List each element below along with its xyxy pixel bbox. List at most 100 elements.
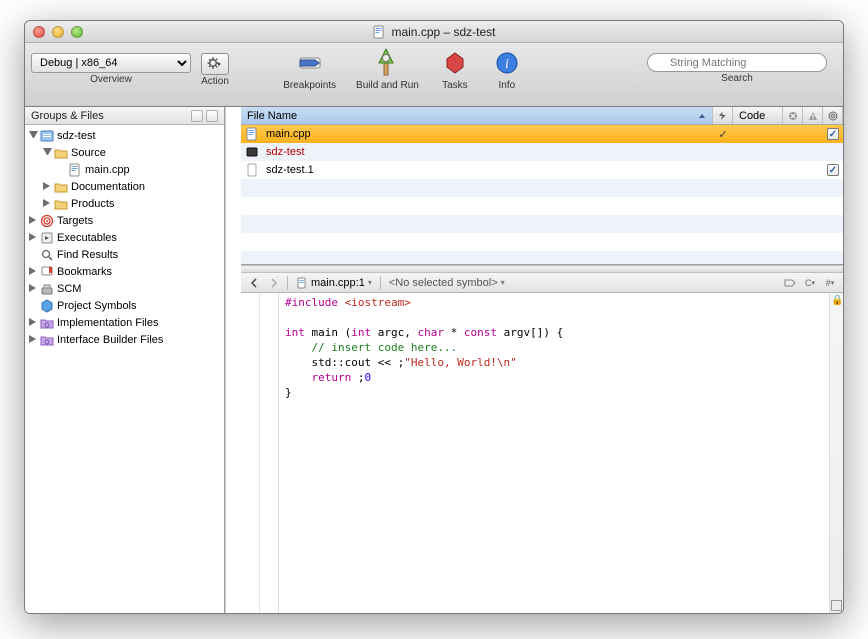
- tree-item-label: Interface Builder Files: [57, 334, 163, 346]
- file-row: [241, 233, 843, 251]
- smart-icon: [40, 316, 54, 330]
- tree-item-find-results[interactable]: Find Results: [25, 246, 224, 263]
- lock-icon[interactable]: 🔒: [831, 295, 843, 306]
- tree-item-main-cpp[interactable]: main.cpp: [25, 161, 224, 178]
- tree-item-interface-builder-files[interactable]: Interface Builder Files: [25, 331, 224, 348]
- column-target-member[interactable]: [823, 107, 843, 124]
- breakpoints-toggle[interactable]: [781, 276, 799, 290]
- column-warnings[interactable]: [803, 107, 823, 124]
- split-editor-button[interactable]: [831, 600, 842, 611]
- horizontal-splitter[interactable]: [241, 265, 843, 273]
- symbols-icon: [40, 299, 54, 313]
- tree-item-label: Implementation Files: [57, 317, 159, 329]
- tree-item-scm[interactable]: SCM: [25, 280, 224, 297]
- info-button[interactable]: i Info: [491, 47, 523, 91]
- file-row[interactable]: sdz-test.1 ✓: [241, 161, 843, 179]
- sidebar-splitter[interactable]: [225, 107, 241, 613]
- tree-item-documentation[interactable]: Documentation: [25, 178, 224, 195]
- close-button[interactable]: [33, 26, 45, 38]
- disclosure-triangle[interactable]: [29, 131, 38, 140]
- target-exec-icon: [245, 145, 259, 159]
- target-member-checkbox[interactable]: ✓: [827, 128, 839, 140]
- file-name: sdz-test.1: [266, 164, 314, 176]
- file-row: [241, 251, 843, 265]
- build-config-select[interactable]: Debug | x86_64: [31, 53, 191, 73]
- disclosure-triangle[interactable]: [57, 165, 66, 174]
- info-icon: i: [491, 47, 523, 79]
- column-build-status[interactable]: [713, 107, 733, 124]
- tree-item-label: Executables: [57, 232, 117, 244]
- column-errors[interactable]: [783, 107, 803, 124]
- disclosure-triangle[interactable]: [29, 216, 38, 225]
- file-icon: [245, 163, 259, 177]
- breakpoints-button[interactable]: Breakpoints: [283, 47, 336, 91]
- build-run-button[interactable]: Build and Run: [356, 47, 419, 91]
- file-list[interactable]: main.cpp✓✓ sdz-test sdz-test.1 ✓: [241, 125, 843, 265]
- zoom-button[interactable]: [71, 26, 83, 38]
- file-row[interactable]: main.cpp✓✓: [241, 125, 843, 143]
- project-icon: [40, 129, 54, 143]
- disclosure-triangle[interactable]: [29, 335, 38, 344]
- chevron-down-icon: ▾: [501, 278, 505, 287]
- folder-icon: [54, 180, 68, 194]
- editor-gutter[interactable]: [241, 293, 279, 613]
- tasks-icon: [439, 47, 471, 79]
- sidebar-toggle-1[interactable]: [191, 110, 203, 122]
- tree-item-label: Bookmarks: [57, 266, 112, 278]
- target-icon: [40, 214, 54, 228]
- file-row: [241, 197, 843, 215]
- tree-item-bookmarks[interactable]: Bookmarks: [25, 263, 224, 280]
- tree-item-sdz-test[interactable]: sdz-test: [25, 127, 224, 144]
- symbol-crumb[interactable]: <No selected symbol> ▾: [385, 277, 509, 289]
- tree-item-source[interactable]: Source: [25, 144, 224, 161]
- tasks-button[interactable]: Tasks: [439, 47, 471, 91]
- file-icon: [245, 127, 259, 141]
- tree-item-targets[interactable]: Targets: [25, 212, 224, 229]
- disclosure-triangle[interactable]: [29, 284, 38, 293]
- disclosure-triangle[interactable]: [29, 233, 38, 242]
- file-name: sdz-test: [266, 146, 305, 158]
- nav-back-button[interactable]: [245, 276, 263, 290]
- target-member-checkbox[interactable]: ✓: [827, 164, 839, 176]
- tree-item-implementation-files[interactable]: Implementation Files: [25, 314, 224, 331]
- tree-item-label: Project Symbols: [57, 300, 136, 312]
- window-title: main.cpp – sdz-test: [25, 25, 843, 39]
- tree-item-project-symbols[interactable]: Project Symbols: [25, 297, 224, 314]
- column-filename[interactable]: File Name: [241, 107, 713, 124]
- tree-item-label: Source: [71, 147, 106, 159]
- disclosure-triangle[interactable]: [29, 250, 38, 259]
- disclosure-triangle[interactable]: [43, 182, 52, 191]
- sort-indicator-icon: [698, 112, 706, 120]
- file-crumb[interactable]: main.cpp:1 ▾: [292, 277, 376, 289]
- search-input[interactable]: [647, 53, 827, 72]
- action-menu-button[interactable]: [201, 53, 229, 75]
- tree-item-label: Documentation: [71, 181, 145, 193]
- find-icon: [40, 248, 54, 262]
- folder-icon: [54, 146, 68, 160]
- project-tree[interactable]: sdz-test Source main.cpp Documentation Produ…: [25, 125, 224, 613]
- disclosure-triangle[interactable]: [43, 148, 52, 157]
- titlebar: main.cpp – sdz-test: [25, 21, 843, 43]
- editor-area: #include <iostream> int main (int argc, …: [241, 293, 843, 613]
- tree-item-executables[interactable]: Executables: [25, 229, 224, 246]
- code-editor[interactable]: #include <iostream> int main (int argc, …: [279, 293, 829, 613]
- counterpart-button[interactable]: C▾: [801, 276, 819, 290]
- bookmarks-nav-button[interactable]: #▾: [821, 276, 839, 290]
- xcode-window: main.cpp – sdz-test Debug | x86_64 Overv…: [24, 20, 844, 614]
- disclosure-triangle[interactable]: [29, 301, 38, 310]
- nav-forward-button[interactable]: [265, 276, 283, 290]
- sidebar-header: Groups & Files: [25, 107, 224, 125]
- minimize-button[interactable]: [52, 26, 64, 38]
- sidebar-toggle-2[interactable]: [206, 110, 218, 122]
- column-code[interactable]: Code: [733, 107, 783, 124]
- disclosure-triangle[interactable]: [29, 267, 38, 276]
- file-row[interactable]: sdz-test: [241, 143, 843, 161]
- file-row: [241, 215, 843, 233]
- breakpoints-icon: [294, 47, 326, 79]
- disclosure-triangle[interactable]: [29, 318, 38, 327]
- disclosure-triangle[interactable]: [43, 199, 52, 208]
- smart-icon: [40, 333, 54, 347]
- toolbar: Debug | x86_64 Overview Action Breakpoin…: [25, 43, 843, 107]
- traffic-lights: [25, 26, 83, 38]
- tree-item-products[interactable]: Products: [25, 195, 224, 212]
